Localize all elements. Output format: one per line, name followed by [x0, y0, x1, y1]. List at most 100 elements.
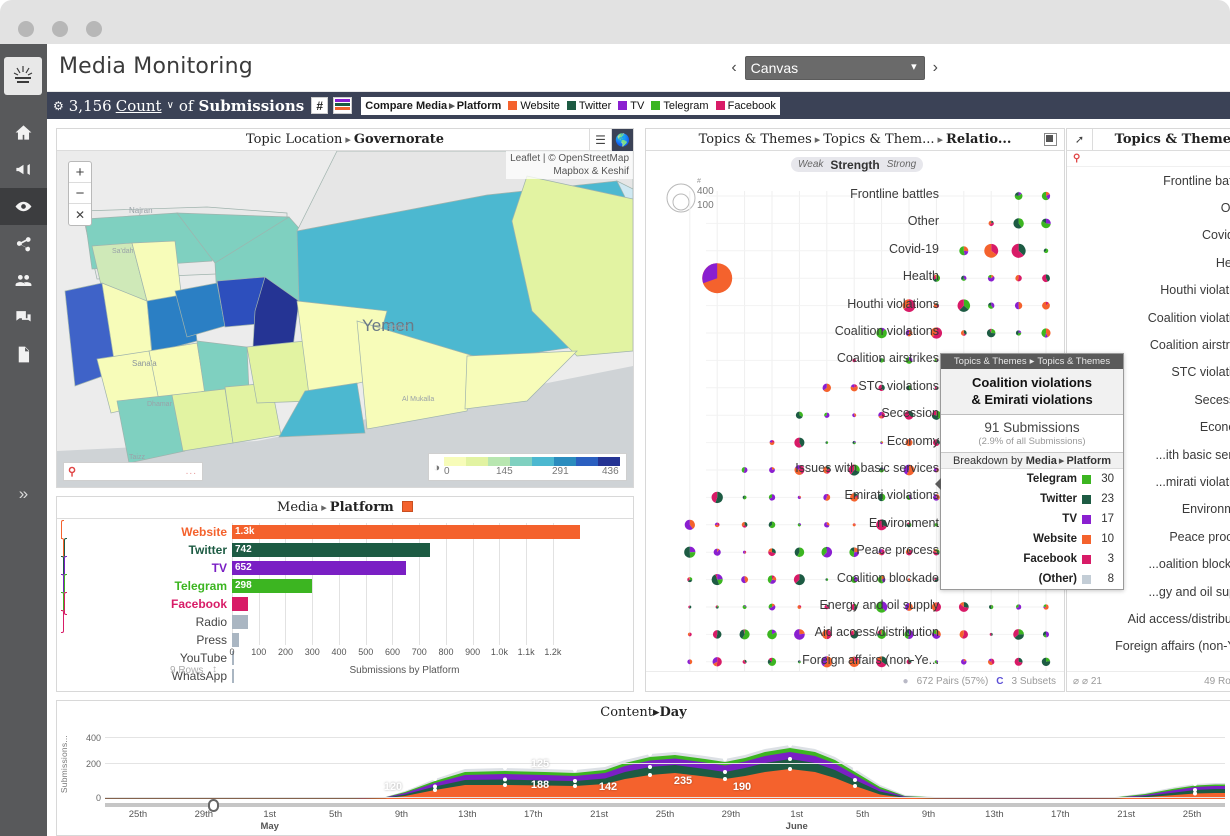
matrix-cell[interactable]: [1015, 604, 1022, 610]
window-maximize-dot[interactable]: [86, 21, 102, 37]
window-minimize-dot[interactable]: [52, 21, 68, 37]
bar-category-label[interactable]: Radio: [117, 613, 227, 631]
bar-category-label[interactable]: Twitter: [117, 541, 227, 559]
bar-category-label[interactable]: Facebook: [117, 595, 227, 613]
map-zoom-in-button[interactable]: +: [69, 162, 91, 183]
matrix-row-label[interactable]: Emirati violations: [845, 488, 939, 502]
matrix-row-label[interactable]: Secession: [881, 406, 939, 420]
matrix-row-label[interactable]: Foreign affairs (non-Ye...: [802, 653, 939, 667]
matrix-cell[interactable]: [714, 522, 720, 528]
matrix-cell[interactable]: [794, 547, 805, 557]
matrix-cell[interactable]: [769, 467, 775, 473]
matrix-cell[interactable]: [713, 548, 721, 556]
matrix-cell[interactable]: [684, 546, 696, 558]
gear-icon[interactable]: ⚙: [53, 99, 64, 113]
sidebar-item-people[interactable]: [0, 262, 47, 299]
timeline-body[interactable]: Submissions... 400 200 0 25th 29th 1st 5…: [57, 727, 1230, 835]
matrix-cell[interactable]: [767, 575, 777, 584]
bar-row[interactable]: 298: [232, 579, 312, 593]
list-item[interactable]: Covid-19: [1067, 222, 1230, 249]
matrix-cell[interactable]: [712, 657, 722, 667]
matrix-cell[interactable]: [988, 658, 995, 665]
matrix-cell[interactable]: [768, 521, 776, 529]
matrix-cell[interactable]: [742, 605, 747, 609]
matrix-options-icon[interactable]: [1044, 133, 1057, 146]
list-icon[interactable]: ☰: [589, 129, 611, 151]
matrix-cell[interactable]: [797, 605, 802, 609]
bar-title-indicator-icon[interactable]: [401, 501, 413, 512]
matrix-cell[interactable]: [822, 383, 831, 392]
matrix-cell[interactable]: [959, 246, 969, 256]
matrix-cell[interactable]: [1043, 248, 1049, 254]
matrix-cell[interactable]: [797, 495, 802, 500]
matrix-cell[interactable]: [711, 574, 723, 586]
matrix-cell[interactable]: [825, 578, 829, 581]
matrix-cell[interactable]: [769, 440, 775, 446]
map-fit-button[interactable]: ✕: [69, 204, 91, 225]
matrix-cell[interactable]: [768, 548, 776, 556]
matrix-cell[interactable]: [960, 330, 967, 336]
matrix-cell[interactable]: [794, 437, 805, 448]
matrix-cell[interactable]: [823, 494, 831, 501]
matrix-row-label[interactable]: Energy and oil supply: [819, 598, 939, 612]
matrix-cell[interactable]: [958, 602, 969, 612]
matrix-cell[interactable]: [1015, 330, 1022, 336]
matrix-cell[interactable]: [739, 629, 750, 640]
matrix-row-label[interactable]: Covid-19: [889, 242, 939, 256]
bar-row[interactable]: 1.3k: [232, 525, 580, 539]
matrix-cell[interactable]: [959, 630, 968, 639]
list-item[interactable]: Foreign affairs (non-Ye...: [1067, 633, 1230, 660]
matrix-cell[interactable]: [684, 519, 695, 530]
matrix-row-label[interactable]: Frontline battles: [850, 187, 939, 201]
list-item[interactable]: Coalition violations: [1067, 304, 1230, 331]
matrix-row-label[interactable]: Health: [903, 269, 939, 283]
matrix-cell[interactable]: [986, 328, 996, 338]
matrix-row-label[interactable]: Economy: [887, 434, 939, 448]
matrix-cell[interactable]: [1013, 218, 1024, 229]
matrix-cell[interactable]: [715, 605, 719, 609]
bar-category-label[interactable]: Press: [117, 631, 227, 649]
matrix-cell[interactable]: [687, 577, 693, 583]
matrix-cell[interactable]: [1041, 218, 1051, 229]
map-canvas[interactable]: Yemen Najran Sa'dah Sana'a Dhamar Taizz …: [57, 151, 633, 487]
globe-icon[interactable]: 🌎: [611, 129, 633, 151]
matrix-cell[interactable]: [742, 659, 747, 664]
matrix-cell[interactable]: [1014, 301, 1023, 310]
matrix-cell[interactable]: [880, 441, 884, 445]
matrix-cell[interactable]: [821, 546, 833, 558]
sidebar-item-announcements[interactable]: [0, 151, 47, 188]
matrix-cell[interactable]: [793, 574, 805, 586]
sidebar-item-share[interactable]: [0, 225, 47, 262]
matrix-row-label[interactable]: Environment: [869, 516, 939, 530]
matrix-cell[interactable]: [768, 603, 776, 611]
map-search-box[interactable]: ⚲ ...: [63, 462, 203, 481]
matrix-cell[interactable]: [712, 630, 722, 639]
matrix-cell[interactable]: [797, 660, 801, 664]
matrix-cell[interactable]: [1042, 301, 1050, 310]
pin-icon[interactable]: ➚: [1067, 128, 1093, 151]
matrix-cell[interactable]: [987, 274, 995, 282]
matrix-cell[interactable]: [1014, 192, 1023, 200]
list-search-box[interactable]: ⚲ ...: [1067, 151, 1230, 167]
list-item[interactable]: Other: [1067, 194, 1230, 221]
bar-category-label[interactable]: TV: [117, 559, 227, 577]
matrix-cell[interactable]: [741, 467, 748, 473]
list-item[interactable]: Frontline battles: [1067, 167, 1230, 194]
legend-item[interactable]: Website: [508, 100, 560, 112]
matrix-row-label[interactable]: Issues with basic services: [795, 461, 939, 475]
matrix-cell[interactable]: [767, 629, 777, 640]
matrix-cell[interactable]: [797, 523, 802, 527]
sidebar-expand-button[interactable]: »: [0, 476, 47, 512]
matrix-cell[interactable]: [1042, 274, 1050, 283]
legend-item[interactable]: TV: [618, 100, 644, 112]
matrix-cell[interactable]: [1041, 328, 1051, 338]
matrix-cell[interactable]: [989, 604, 994, 610]
matrix-cell[interactable]: [794, 629, 805, 640]
stack-mode-button[interactable]: [333, 97, 353, 114]
bar-row[interactable]: [232, 597, 249, 611]
matrix-row-label[interactable]: Coalition blockade: [837, 571, 939, 585]
bar-rows-stepper[interactable]: ↕: [212, 664, 217, 675]
matrix-cell[interactable]: [852, 413, 857, 418]
list-item[interactable]: Aid access/distribution: [1067, 605, 1230, 632]
matrix-cell[interactable]: [1015, 275, 1022, 282]
